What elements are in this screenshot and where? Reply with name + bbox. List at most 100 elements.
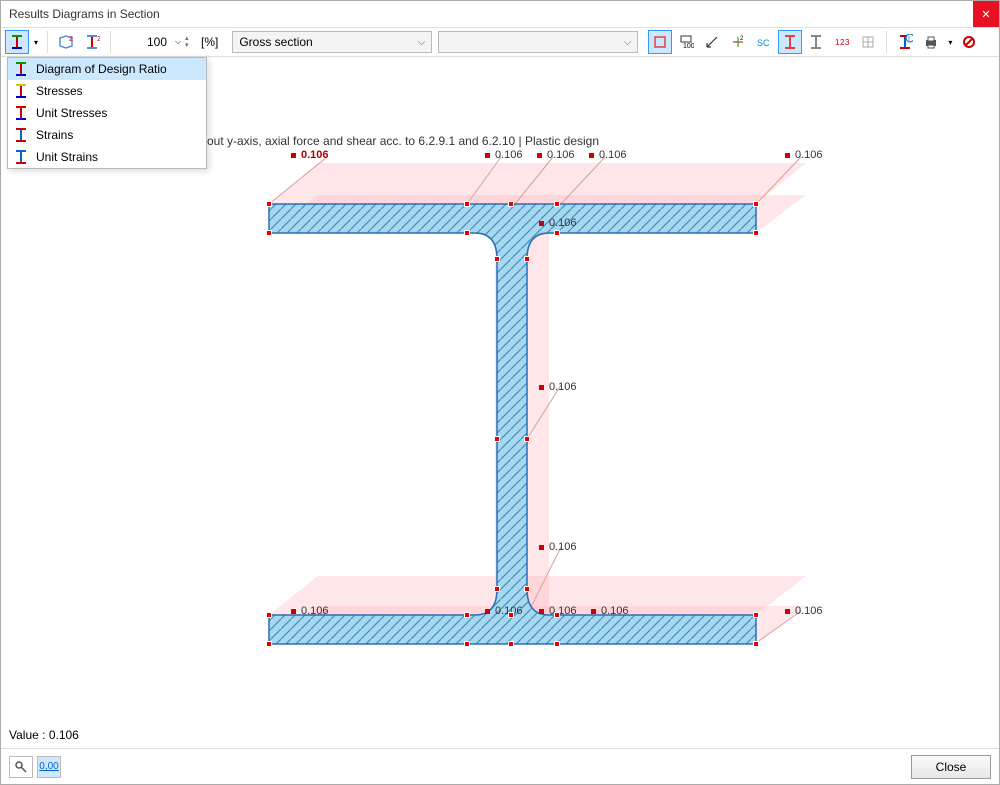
status-label: Value : — [9, 728, 45, 742]
diagram-type-menu: Diagram of Design Ratio Stresses Unit St… — [7, 57, 207, 169]
decimals-button[interactable]: 0,00 — [37, 756, 61, 778]
stress-point-node — [524, 256, 530, 262]
stress-point-node — [508, 641, 514, 647]
stress-point-node — [464, 612, 470, 618]
annotation-marker — [539, 609, 544, 614]
i-section-icon — [14, 62, 28, 76]
stress-point-node — [266, 230, 272, 236]
annotation-marker — [291, 153, 296, 158]
stress-point-node — [554, 612, 560, 618]
stress-point-node — [508, 201, 514, 207]
menu-item-unit-stresses[interactable]: Unit Stresses — [8, 102, 206, 124]
stress-point-node — [554, 641, 560, 647]
stress-point-node — [464, 641, 470, 647]
chevron-down-icon: ⌵ — [624, 37, 632, 48]
svg-text:100: 100 — [683, 43, 694, 50]
value-annotation: 0.106 — [599, 149, 627, 161]
stress-point-node — [494, 436, 500, 442]
menu-label: Stresses — [36, 84, 83, 98]
menu-item-unit-strains[interactable]: Unit Strains — [8, 146, 206, 168]
stress-point-node — [753, 641, 759, 647]
value-annotation: 0.106 — [549, 381, 577, 393]
menu-item-strains[interactable]: Strains — [8, 124, 206, 146]
section-type-combo[interactable]: Gross section ⌵ — [232, 31, 432, 53]
show-numbering-button[interactable]: 123 — [830, 30, 854, 54]
window-close-button[interactable]: ✕ — [973, 1, 999, 27]
status-value: 0.106 — [49, 728, 79, 742]
annotation-marker — [537, 153, 542, 158]
svg-text:3: 3 — [845, 38, 850, 47]
menu-label: Diagram of Design Ratio — [36, 62, 167, 76]
svg-text:SC: SC — [757, 38, 770, 48]
annotation-marker — [589, 153, 594, 158]
chevron-down-icon: ⌵ — [418, 37, 426, 48]
show-stress-points-button[interactable] — [778, 30, 802, 54]
show-dimensions-button[interactable]: 100 — [674, 30, 698, 54]
annotation-marker — [539, 545, 544, 550]
stress-point-node — [464, 230, 470, 236]
stress-point-node — [266, 612, 272, 618]
show-principal-axes-button[interactable]: 2 — [726, 30, 750, 54]
value-annotation: 0.106 — [301, 149, 329, 161]
menu-label: Unit Stresses — [36, 106, 107, 120]
zoom-unit: [%] — [201, 35, 218, 49]
value-annotation: 0.106 — [549, 217, 577, 229]
value-annotation: 0.106 — [795, 149, 823, 161]
i-section-icon — [14, 128, 28, 142]
annotation-marker — [591, 609, 596, 614]
iso-view-button[interactable]: 2 — [54, 30, 78, 54]
combo-label: Gross section — [239, 35, 312, 49]
stress-point-node — [753, 612, 759, 618]
extreme-values-button[interactable]: ! — [893, 30, 917, 54]
stress-point-node — [266, 201, 272, 207]
svg-text:2: 2 — [97, 36, 100, 43]
section-view-button[interactable]: 2 — [80, 30, 104, 54]
i-section-icon — [14, 150, 28, 164]
stress-point-node — [753, 230, 759, 236]
value-annotation: 0.106 — [495, 149, 523, 161]
annotation-marker — [485, 609, 490, 614]
stress-point-node — [464, 201, 470, 207]
show-ibeam-button[interactable] — [804, 30, 828, 54]
bottom-bar: 0,00 Close — [1, 748, 999, 784]
title-bar: Results Diagrams in Section — [1, 1, 999, 27]
stress-point-node — [753, 201, 759, 207]
stress-point-node — [266, 641, 272, 647]
stress-point-node — [554, 201, 560, 207]
annotation-marker — [539, 385, 544, 390]
menu-item-stresses[interactable]: Stresses — [8, 80, 206, 102]
svg-text:2: 2 — [740, 36, 744, 42]
close-button[interactable]: Close — [911, 755, 991, 779]
annotation-marker — [291, 609, 296, 614]
diagram-type-dropdown-arrow[interactable]: ▾ — [31, 30, 41, 54]
stress-point-node — [494, 256, 500, 262]
menu-label: Unit Strains — [36, 150, 98, 164]
value-annotation: 0.106 — [601, 605, 629, 617]
annotation-marker — [785, 153, 790, 158]
zoom-dropdown-arrow[interactable]: ⌵ — [173, 30, 183, 54]
key-button[interactable] — [9, 756, 33, 778]
stress-point-node — [554, 230, 560, 236]
reset-view-button[interactable] — [957, 30, 981, 54]
annotation-marker — [485, 153, 490, 158]
secondary-combo[interactable]: ⌵ — [438, 31, 638, 53]
show-shear-center-button[interactable]: SC — [752, 30, 776, 54]
show-grid-button[interactable] — [856, 30, 880, 54]
toolbar: ▾ 2 2 100 ⌵ ▴▾ [%] Gross section ⌵ ⌵ 100… — [1, 27, 999, 57]
diagram-type-button[interactable] — [5, 30, 29, 54]
show-section-outline-button[interactable] — [648, 30, 672, 54]
value-annotation: 0.106 — [795, 605, 823, 617]
i-section-icon — [14, 106, 28, 120]
print-button[interactable] — [919, 30, 943, 54]
menu-item-design-ratio[interactable]: Diagram of Design Ratio — [8, 58, 206, 80]
stress-point-node — [494, 586, 500, 592]
zoom-spinner[interactable]: ▴▾ — [185, 35, 199, 49]
svg-text:2: 2 — [69, 36, 73, 43]
stress-point-node — [524, 586, 530, 592]
menu-label: Strains — [36, 128, 73, 142]
value-annotation: 0.106 — [549, 541, 577, 553]
print-dropdown-arrow[interactable]: ▾ — [945, 30, 955, 54]
stress-point-node — [508, 612, 514, 618]
annotation-marker — [539, 221, 544, 226]
show-axes-button[interactable] — [700, 30, 724, 54]
